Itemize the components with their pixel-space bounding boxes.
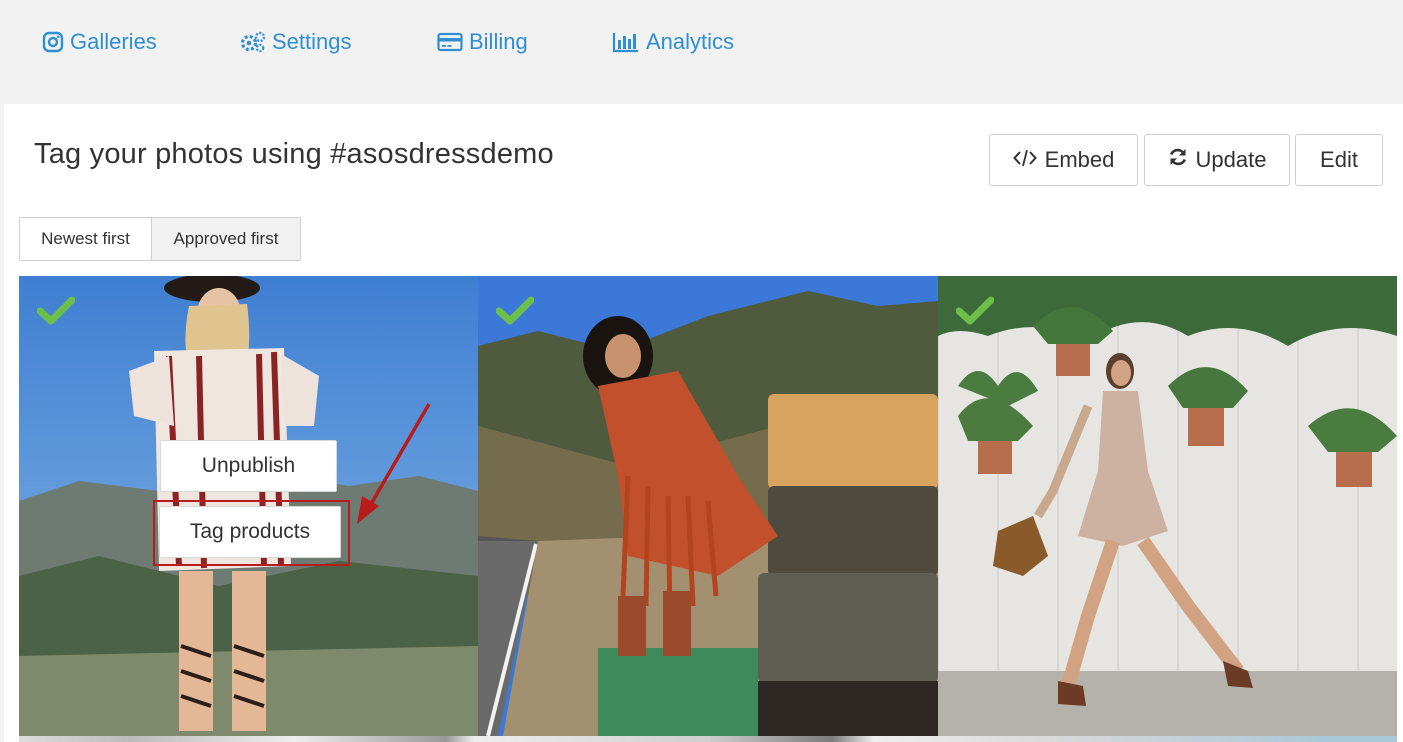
instagram-icon bbox=[42, 31, 64, 53]
arrow-annotation bbox=[357, 403, 431, 524]
nav-galleries-label: Galleries bbox=[70, 29, 157, 54]
photo-grid: Unpublish Tag products bbox=[19, 276, 1397, 742]
bar-chart-icon bbox=[612, 31, 640, 53]
embed-button[interactable]: Embed bbox=[989, 134, 1138, 186]
highlight-box bbox=[153, 500, 350, 566]
credit-card-icon bbox=[437, 31, 463, 53]
sort-toggle: Newest first Approved first bbox=[19, 217, 301, 261]
top-navigation: Galleries Settings Billing Analytics bbox=[0, 0, 1403, 104]
edit-button-label: Edit bbox=[1320, 147, 1358, 172]
approved-check-icon bbox=[495, 296, 535, 326]
page-title: Tag your photos using #asosdressdemo bbox=[34, 138, 554, 170]
photo-card[interactable] bbox=[938, 276, 1397, 736]
approved-check-icon bbox=[955, 296, 995, 326]
nav-billing-label: Billing bbox=[469, 29, 528, 54]
gallery-panel: Tag your photos using #asosdressdemo Emb… bbox=[4, 104, 1403, 742]
approved-check-icon bbox=[36, 296, 76, 326]
code-icon bbox=[1012, 147, 1037, 173]
update-button-label: Update bbox=[1195, 147, 1267, 172]
nav-analytics-label: Analytics bbox=[646, 29, 735, 54]
photo-card[interactable]: Unpublish Tag products bbox=[19, 276, 478, 736]
sort-approved-first[interactable]: Approved first bbox=[152, 218, 300, 260]
photo-image bbox=[478, 276, 938, 736]
refresh-icon bbox=[1168, 147, 1188, 173]
edit-button[interactable]: Edit bbox=[1295, 134, 1383, 186]
photo-image bbox=[938, 276, 1397, 736]
gears-icon bbox=[240, 31, 266, 53]
next-row-preview bbox=[19, 736, 1397, 742]
nav-galleries[interactable]: Galleries bbox=[42, 27, 157, 57]
nav-settings-label: Settings bbox=[272, 29, 352, 54]
nav-billing[interactable]: Billing bbox=[437, 27, 528, 57]
photo-card[interactable] bbox=[478, 276, 938, 736]
nav-analytics[interactable]: Analytics bbox=[612, 27, 734, 57]
unpublish-button[interactable]: Unpublish bbox=[160, 440, 337, 492]
sort-newest-first[interactable]: Newest first bbox=[20, 218, 152, 260]
embed-button-label: Embed bbox=[1044, 147, 1115, 172]
nav-settings[interactable]: Settings bbox=[240, 27, 352, 57]
update-button[interactable]: Update bbox=[1144, 134, 1290, 186]
